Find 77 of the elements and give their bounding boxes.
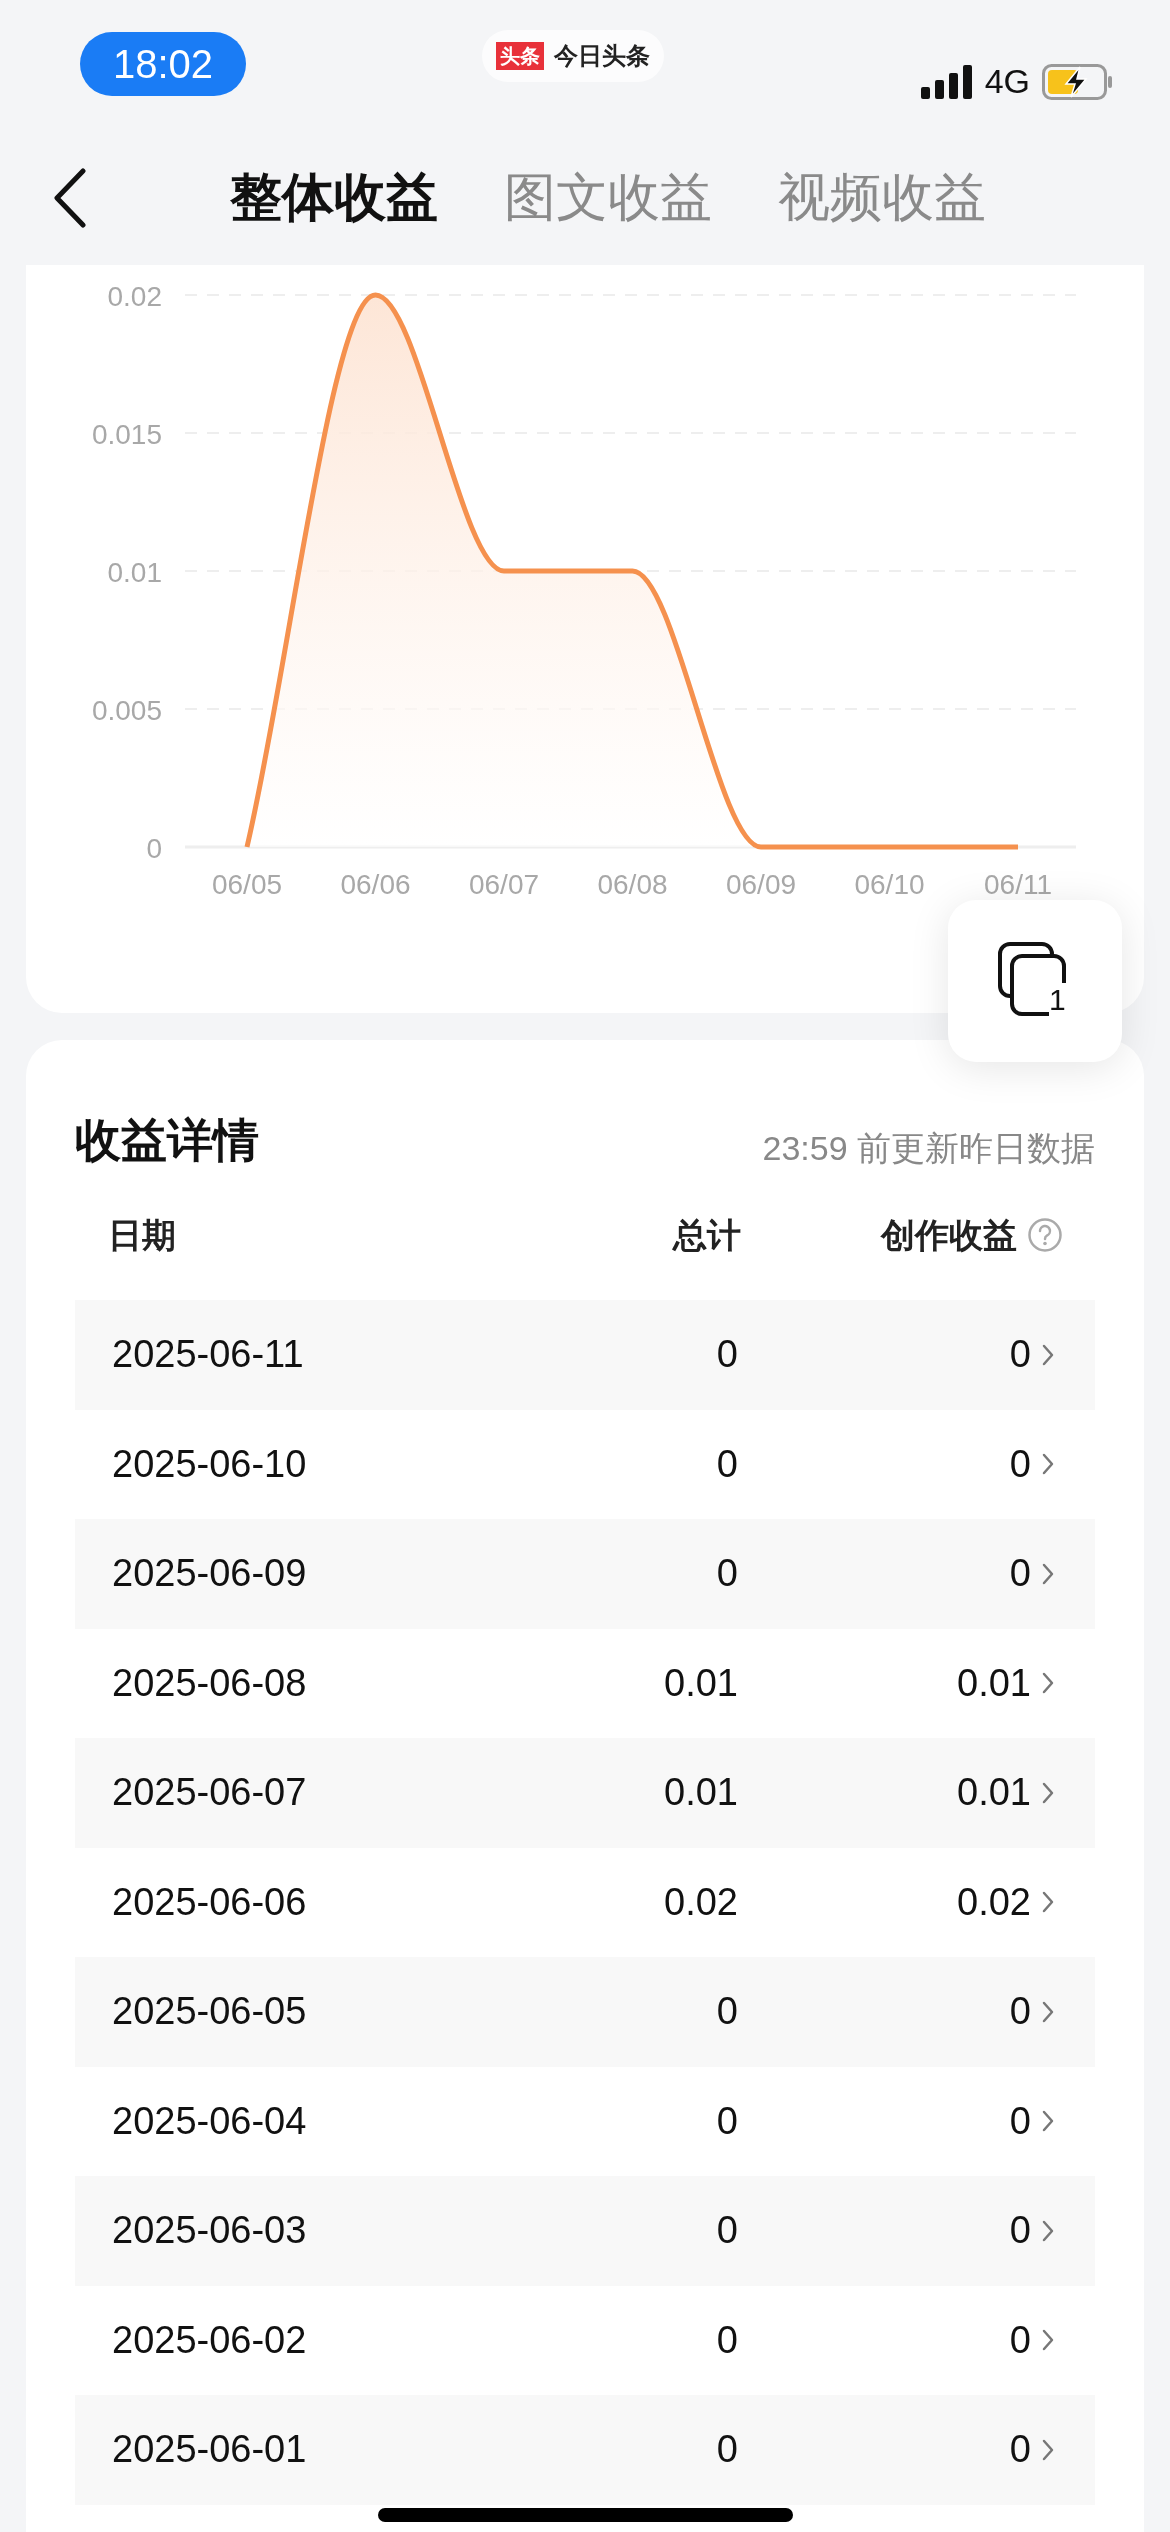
table-row[interactable]: 2025-06-07 0.01 0.01 — [75, 1738, 1095, 1848]
date-cell-text: 2025-06-09 — [112, 1551, 307, 1597]
x-axis-label: 06/07 — [468, 869, 540, 900]
chevron-right-icon — [1041, 1561, 1055, 1586]
total-cell-text: 0 — [716, 2098, 738, 2144]
column-header: 创作收益 — [881, 1214, 1017, 1256]
column-header: 日期 — [108, 1214, 176, 1256]
column-header: 总计 — [673, 1214, 741, 1256]
chevron-right-icon — [1041, 2109, 1055, 2134]
x-axis-label: 06/06 — [340, 869, 411, 900]
total-cell-text: 0.02 — [664, 1879, 738, 1925]
y-axis-label: 0.01 — [107, 557, 162, 588]
chevron-right-icon — [1041, 1452, 1055, 1477]
chevron-right-icon — [1041, 1342, 1055, 1367]
x-axis-label: 06/05 — [211, 869, 283, 900]
date-cell-text: 2025-06-11 — [112, 1332, 304, 1378]
back-icon — [53, 168, 87, 228]
total-cell-text: 0 — [716, 2427, 738, 2473]
battery-charging-icon — [1042, 63, 1114, 100]
creation-cell-text: 0 — [1009, 2098, 1031, 2144]
total-cell-text: 0.01 — [664, 1660, 738, 1706]
date-cell-text: 2025-06-01 — [112, 2427, 307, 2473]
table-row[interactable]: 2025-06-03 0 0 — [75, 2176, 1095, 2286]
floating-copy-button[interactable]: 1 — [948, 900, 1122, 1062]
table-row[interactable]: 2025-06-11 0 0 — [75, 1300, 1095, 1410]
network-label: 4G — [984, 61, 1030, 102]
creation-cell-text: 0 — [1009, 2208, 1031, 2254]
creation-cell-text: 0 — [1009, 2317, 1031, 2363]
creation-cell-text: 0 — [1009, 1332, 1031, 1378]
x-axis-label: 06/11 — [984, 869, 1052, 900]
creation-cell-text: 0 — [1009, 1989, 1031, 2035]
date-cell-text: 2025-06-06 — [112, 1879, 307, 1925]
app-name: 今日头条 — [554, 41, 650, 71]
y-axis-label: 0.005 — [91, 695, 162, 726]
creation-cell-text: 0.02 — [957, 1879, 1031, 1925]
date-cell-text: 2025-06-10 — [112, 1441, 307, 1487]
total-cell-text: 0 — [716, 1441, 738, 1487]
total-cell-text: 0.01 — [664, 1770, 738, 1816]
chevron-right-icon — [1041, 1890, 1055, 1915]
creation-cell-text: 0 — [1009, 1441, 1031, 1487]
chevron-right-icon — [1041, 1999, 1055, 2024]
date-cell-text: 2025-06-05 — [112, 1989, 307, 2035]
date-cell-text: 2025-06-02 — [112, 2317, 307, 2363]
x-axis-label: 06/08 — [597, 869, 668, 900]
creation-cell-text: 0 — [1009, 2427, 1031, 2473]
date-cell-text: 2025-06-08 — [112, 1660, 307, 1706]
chevron-right-icon — [1041, 2218, 1055, 2243]
status-time: 18:02 — [80, 32, 246, 96]
total-cell-text: 0 — [716, 1551, 738, 1597]
table-row[interactable]: 2025-06-01 0 0 — [75, 2395, 1095, 2505]
total-cell-text: 0 — [716, 2317, 738, 2363]
date-cell-text: 2025-06-03 — [112, 2208, 307, 2254]
chevron-right-icon — [1041, 2437, 1055, 2462]
section-title: 收益详情 — [75, 1113, 259, 1168]
total-cell-text: 0 — [716, 1332, 738, 1378]
x-axis-label: 06/10 — [854, 869, 925, 900]
table-row[interactable]: 2025-06-09 0 0 — [75, 1519, 1095, 1629]
date-cell-text: 2025-06-07 — [112, 1770, 307, 1816]
total-cell-text: 0 — [716, 1989, 738, 2035]
date-cell-text: 2025-06-04 — [112, 2098, 307, 2144]
table-row[interactable]: 2025-06-05 0 0 — [75, 1957, 1095, 2067]
chevron-right-icon — [1041, 2328, 1055, 2353]
total-cell-text: 0 — [716, 2208, 738, 2254]
update-note: 23:59 前更新昨日数据 — [762, 1128, 1095, 1169]
app-badge: 头条 — [496, 42, 544, 70]
y-axis-label: 0 — [146, 833, 162, 864]
chevron-right-icon — [1041, 1780, 1055, 1805]
creation-cell-text: 0 — [1009, 1551, 1031, 1597]
creation-cell-text: 0.01 — [957, 1770, 1031, 1816]
creation-cell-text: 0.01 — [957, 1660, 1031, 1706]
y-axis-label: 0.02 — [107, 281, 162, 312]
signal-icon — [920, 64, 973, 99]
nav-tab[interactable]: 整体收益 — [230, 165, 438, 229]
x-axis-label: 06/09 — [725, 869, 797, 900]
chevron-right-icon — [1041, 1671, 1055, 1696]
y-axis-label: 0.015 — [91, 419, 162, 450]
count-label: 1 — [1049, 983, 1066, 1017]
